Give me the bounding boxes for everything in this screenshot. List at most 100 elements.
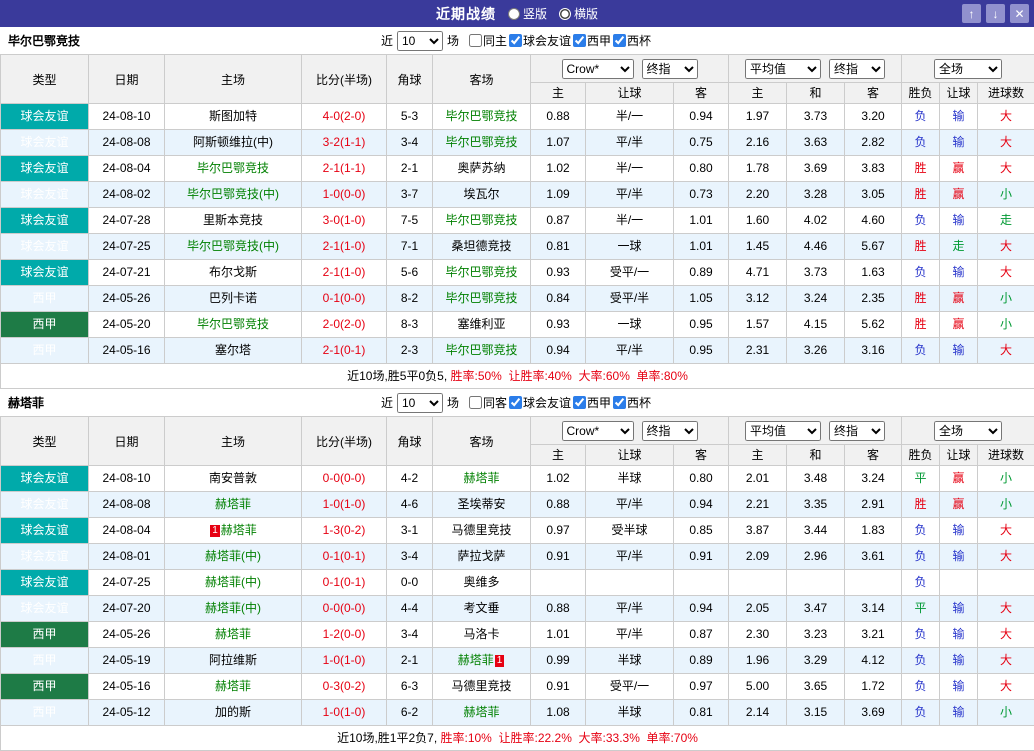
team-label: 毕尔巴鄂竞技 [445,213,517,227]
filter-checkbox-西甲[interactable]: 西甲 [573,32,611,49]
score-cell: 0-1(0-1) [302,544,387,570]
vertical-radio-input[interactable] [508,8,520,20]
score-cell: 1-0(1-0) [302,492,387,518]
bookmaker-select[interactable]: Crow* [562,421,634,441]
final-odds-select[interactable]: 终指 [642,421,698,441]
filter-checkbox-西杯[interactable]: 西杯 [613,32,651,49]
score-cell: 0-1(0-1) [302,570,387,596]
checkbox-input[interactable] [469,396,482,409]
score-cell: 0-1(0-0) [302,286,387,312]
corner-cell: 3-4 [387,130,433,156]
date-cell: 24-08-02 [89,182,165,208]
filter-checkbox-球会友谊[interactable]: 球会友谊 [509,394,571,411]
team-section-2: 赫塔菲 近 10 场 同客球会友谊西甲西杯 类型 日期 主场 比分(半场) 角球… [0,389,1034,751]
col-date: 日期 [89,55,165,104]
scroll-up-icon[interactable]: ↑ [962,4,981,23]
date-cell: 24-08-04 [89,518,165,544]
odds-home-cell: 0.88 [531,104,586,130]
result-wdl-cell: 负 [902,338,940,364]
checkbox-input[interactable] [469,34,482,47]
final-odds-select-2[interactable]: 终指 [829,421,885,441]
avg-away-cell: 3.05 [845,182,902,208]
avg-draw-cell: 3.65 [787,674,845,700]
final-odds-select[interactable]: 终指 [642,59,698,79]
fulltime-select[interactable]: 全场 [934,59,1002,79]
match-count-select[interactable]: 10 [397,31,443,51]
sub-col: 主 [729,445,787,466]
avg-away-cell: 3.69 [845,700,902,726]
title-bar-center: 近期战绩 竖版 横版 [436,4,598,24]
match-count-select[interactable]: 10 [397,393,443,413]
checkbox-input[interactable] [573,396,586,409]
sub-col: 主 [729,83,787,104]
team-label: 毕尔巴鄂竞技(中) [187,187,279,201]
odds-handicap-cell: 受平/一 [586,260,674,286]
result-wdl-cell: 负 [902,104,940,130]
avg-home-cell: 1.60 [729,208,787,234]
home-team-cell: 塞尔塔 [165,338,302,364]
avg-home-cell: 1.78 [729,156,787,182]
avg-draw-cell [787,570,845,596]
average-select[interactable]: 平均值 [745,421,821,441]
average-select[interactable]: 平均值 [745,59,821,79]
red-card-badge: 1 [495,655,505,667]
close-icon[interactable]: ✕ [1010,4,1029,23]
team-label: 加的斯 [215,705,251,719]
match-type-cell: 球会友谊 [1,130,89,156]
team-label: 圣埃蒂安 [457,497,505,511]
team-label: 塞维利亚 [457,317,505,331]
away-team-cell: 马德里竞技 [433,674,531,700]
match-row: 球会友谊24-08-04毕尔巴鄂竞技2-1(1-1)2-1奥萨苏纳1.02半/一… [1,156,1034,182]
odds-handicap-cell: 受平/半 [586,286,674,312]
sub-col: 客 [845,83,902,104]
filter-checkbox-同客[interactable]: 同客 [469,394,507,411]
result-goals-cell: 小 [978,286,1034,312]
team-label: 里斯本竞技 [203,213,263,227]
away-team-cell: 赫塔菲 [433,700,531,726]
result-wdl-cell: 负 [902,208,940,234]
score-cell: 1-0(1-0) [302,648,387,674]
avg-draw-cell: 3.73 [787,104,845,130]
filter-checkbox-西杯[interactable]: 西杯 [613,394,651,411]
match-type-cell: 球会友谊 [1,156,89,182]
result-wdl-cell: 平 [902,466,940,492]
layout-radio-vertical[interactable]: 竖版 [508,5,547,22]
odds-home-cell: 0.99 [531,648,586,674]
checkbox-input[interactable] [613,396,626,409]
summary-prefix: 近10场,胜5平0负5, [347,369,450,383]
team-label: 奥维多 [463,575,499,589]
team-label: 马洛卡 [463,627,499,641]
odds-home-cell: 0.91 [531,544,586,570]
odds-home-cell [531,570,586,596]
filter-checkbox-西甲[interactable]: 西甲 [573,394,611,411]
avg-draw-cell: 4.02 [787,208,845,234]
checkbox-input[interactable] [613,34,626,47]
avg-home-cell: 1.97 [729,104,787,130]
filter-checkbox-同主[interactable]: 同主 [469,32,507,49]
match-type-cell: 球会友谊 [1,596,89,622]
checkbox-input[interactable] [509,34,522,47]
fulltime-select[interactable]: 全场 [934,421,1002,441]
result-handicap-cell: 输 [940,700,978,726]
team-label: 考文垂 [463,601,499,615]
match-type-cell: 西甲 [1,286,89,312]
scroll-down-icon[interactable]: ↓ [986,4,1005,23]
match-type-cell: 球会友谊 [1,260,89,286]
checkbox-input[interactable] [509,396,522,409]
filter-checkbox-球会友谊[interactable]: 球会友谊 [509,32,571,49]
date-cell: 24-07-21 [89,260,165,286]
layout-radio-horizontal[interactable]: 横版 [559,5,598,22]
match-row: 球会友谊24-07-25赫塔菲(中)0-1(0-1)0-0奥维多负 [1,570,1034,596]
horizontal-radio-input[interactable] [559,8,571,20]
result-goals-cell: 小 [978,700,1034,726]
date-cell: 24-07-25 [89,234,165,260]
final-odds-select-2[interactable]: 终指 [829,59,885,79]
filter-row: 毕尔巴鄂竞技 近 10 场 同主球会友谊西甲西杯 [0,27,1034,54]
away-team-cell: 奥维多 [433,570,531,596]
result-goals-cell: 大 [978,104,1034,130]
bookmaker-select[interactable]: Crow* [562,59,634,79]
home-team-cell: 斯图加特 [165,104,302,130]
avg-away-cell: 2.82 [845,130,902,156]
checkbox-input[interactable] [573,34,586,47]
sub-col: 让球 [586,83,674,104]
